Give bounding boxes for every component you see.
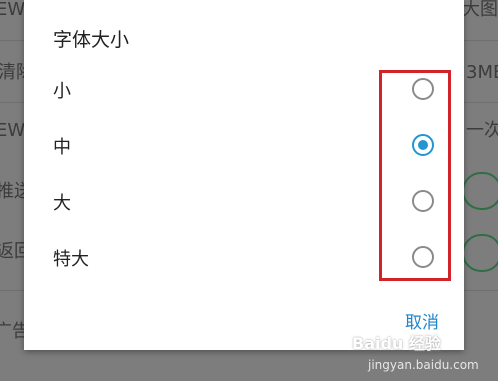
option-label: 中 xyxy=(53,137,71,158)
annotation-highlight-box xyxy=(379,70,451,281)
baidu-watermark: Baidu 经验 xyxy=(352,334,441,353)
bg-item-fragment: EW xyxy=(0,0,26,20)
option-label: 特大 xyxy=(53,249,89,270)
bg-toggle-switch[interactable] xyxy=(462,172,498,210)
bg-toggle-switch[interactable] xyxy=(462,234,498,272)
dialog-title: 字体大小 xyxy=(53,29,130,51)
bg-item-fragment: 3MB xyxy=(466,62,498,83)
option-label: 大 xyxy=(53,193,71,214)
bg-item-fragment: EW xyxy=(0,120,26,141)
bg-item-fragment: 大图 xyxy=(462,0,498,20)
option-label: 小 xyxy=(53,81,71,102)
font-size-dialog: 字体大小 小 中 大 特大 取消 xyxy=(24,0,464,350)
bg-item-fragment: 一次 xyxy=(466,120,498,141)
watermark-url: jingyan.baidu.com xyxy=(368,358,479,372)
